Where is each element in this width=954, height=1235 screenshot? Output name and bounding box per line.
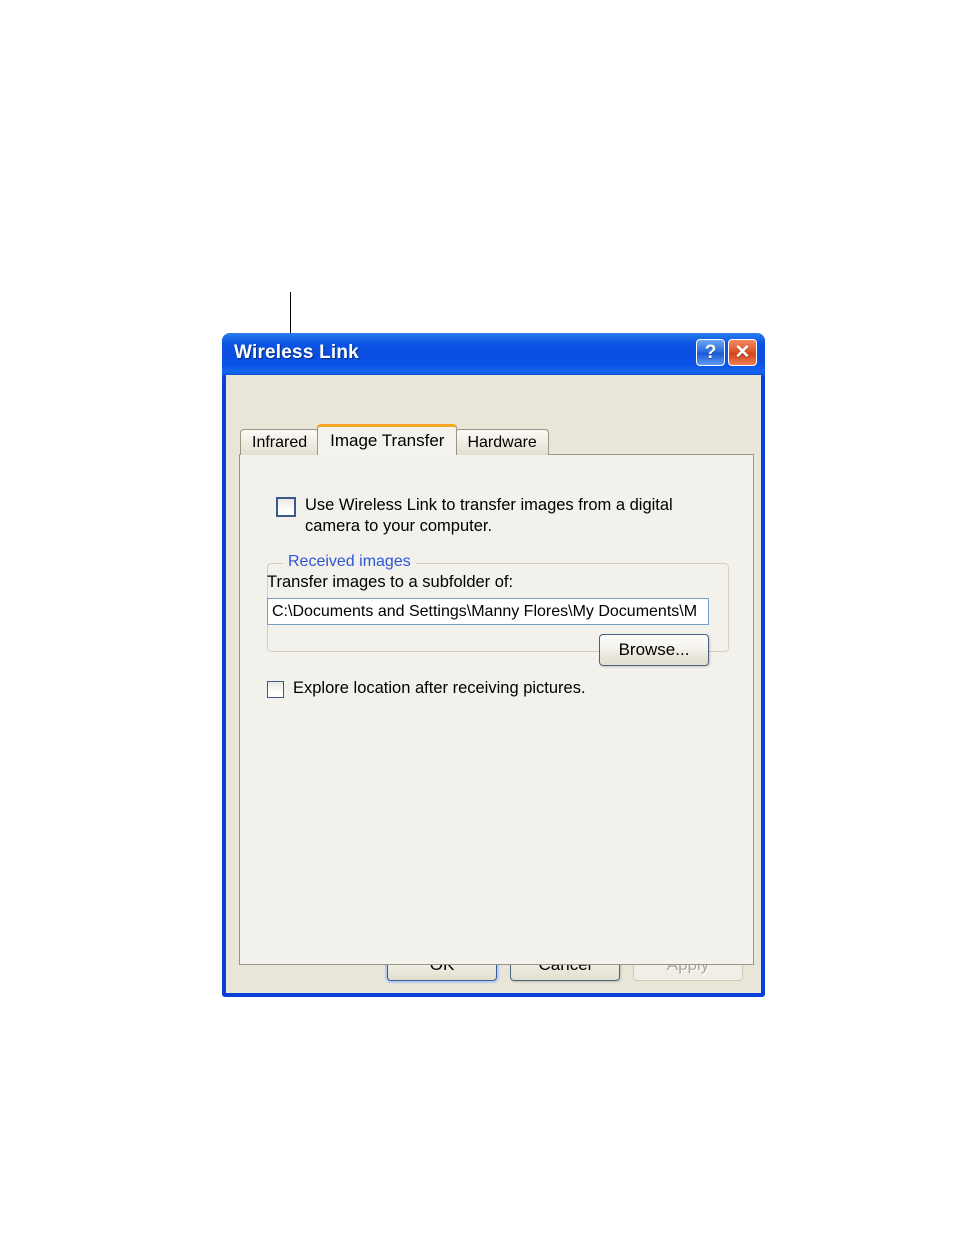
explore-location-label: Explore location after receiving picture… — [293, 679, 586, 697]
explore-location-row[interactable]: Explore location after receiving picture… — [267, 679, 712, 698]
tab-strip: Infrared Image Transfer Hardware — [240, 424, 549, 455]
use-wireless-link-checkbox[interactable] — [276, 497, 296, 517]
titlebar-button-group: ? ✕ — [696, 339, 757, 366]
transfer-subfolder-label: Transfer images to a subfolder of: — [267, 573, 514, 591]
use-wireless-link-label: Use Wireless Link to transfer images fro… — [305, 496, 673, 535]
dialog-body: Infrared Image Transfer Hardware Use Wir… — [226, 375, 761, 993]
received-images-group-label: Received images — [283, 553, 416, 571]
help-icon[interactable]: ? — [696, 339, 725, 366]
dialog-titlebar: Wireless Link ? ✕ — [222, 333, 765, 377]
tab-infrared[interactable]: Infrared — [240, 429, 320, 455]
use-wireless-link-row[interactable]: Use Wireless Link to transfer images fro… — [276, 495, 728, 537]
explore-location-checkbox[interactable] — [267, 681, 284, 698]
browse-button[interactable]: Browse... — [599, 634, 709, 666]
transfer-path-input[interactable]: C:\Documents and Settings\Manny Flores\M… — [267, 598, 709, 625]
tab-panel-image-transfer: Use Wireless Link to transfer images fro… — [239, 454, 754, 965]
wireless-link-dialog: Wireless Link ? ✕ Infrared Image Transfe… — [222, 333, 765, 997]
tab-hardware[interactable]: Hardware — [455, 429, 549, 455]
close-icon[interactable]: ✕ — [728, 339, 757, 366]
browse-button-row: Browse... — [267, 634, 709, 666]
dialog-title: Wireless Link — [234, 342, 359, 363]
tab-image-transfer[interactable]: Image Transfer — [317, 424, 458, 455]
received-images-content: Transfer images to a subfolder of: C:\Do… — [267, 573, 712, 698]
